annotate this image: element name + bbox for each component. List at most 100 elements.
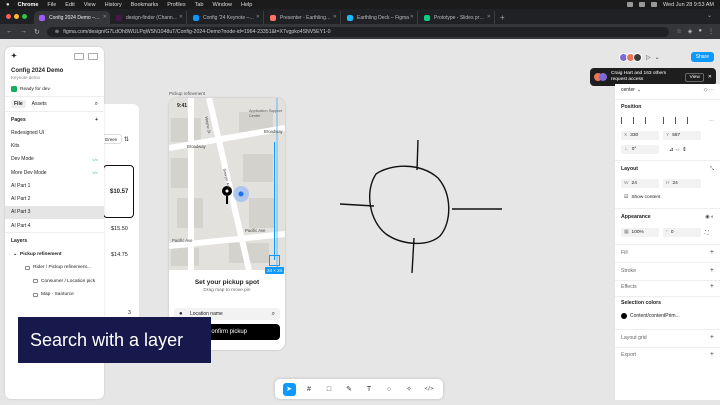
- tab-close-icon[interactable]: ✕: [256, 14, 260, 20]
- tab-close-icon[interactable]: ✕: [487, 14, 491, 20]
- add-export-icon[interactable]: +: [710, 351, 714, 358]
- tab-config-demo[interactable]: Config 2024 Demo – Figma ✕: [34, 11, 110, 24]
- text-icon[interactable]: T: [363, 383, 376, 396]
- menu-chrome[interactable]: Chrome: [18, 2, 39, 8]
- radius-input[interactable]: ◜ 0: [663, 228, 701, 237]
- layer-rider-pickup[interactable]: Rider / Pickup refinement...: [5, 261, 104, 275]
- frame-icon[interactable]: #: [303, 383, 316, 396]
- url-input[interactable]: ⊜ figma.com/design/G7LdOh8WULPqWSN1048uT…: [46, 26, 670, 37]
- tab-assets[interactable]: Assets: [32, 101, 47, 107]
- move-icon[interactable]: ➤: [282, 382, 296, 396]
- extensions-icon[interactable]: ◈: [688, 28, 693, 35]
- layer-consumer-location[interactable]: Consumer / Location pick: [5, 274, 104, 288]
- menu-help[interactable]: Help: [241, 2, 252, 8]
- rectangle-icon[interactable]: □: [323, 383, 336, 396]
- add-stroke-icon[interactable]: +: [710, 267, 714, 274]
- tab-close-icon[interactable]: ✕: [333, 14, 337, 20]
- align-left-icon[interactable]: [621, 117, 629, 124]
- page-more-dev-mode[interactable]: More Dev Mode </>: [5, 166, 104, 179]
- menu-file[interactable]: File: [47, 2, 56, 8]
- tab-keynote[interactable]: Config '24 Keynote – Figma ✕: [188, 11, 264, 24]
- align-middle-icon[interactable]: [675, 117, 683, 124]
- present-icon[interactable]: ▷: [646, 54, 651, 61]
- page-ai-part-2[interactable]: AI Part 2: [5, 192, 104, 205]
- tab-design-finder[interactable]: design-finder (Channel) – Sl ✕: [111, 11, 187, 24]
- page-dev-mode[interactable]: Dev Mode </>: [5, 153, 104, 166]
- rotation-input[interactable]: ∟ 0°: [621, 145, 659, 154]
- menu-profiles[interactable]: Profiles: [167, 2, 185, 8]
- menu-view[interactable]: View: [84, 2, 96, 8]
- x-input[interactable]: X 330: [621, 131, 659, 140]
- width-input[interactable]: W 24: [621, 179, 659, 188]
- share-button[interactable]: Share: [690, 52, 714, 62]
- add-layout-grid-icon[interactable]: +: [710, 334, 714, 341]
- tab-close-icon[interactable]: ✕: [103, 14, 107, 20]
- align-center-icon[interactable]: [633, 117, 641, 124]
- sidebar-toggle-icon[interactable]: [88, 52, 98, 60]
- tab-close-icon[interactable]: ✕: [410, 14, 414, 20]
- view-button[interactable]: View: [685, 72, 704, 82]
- menu-bookmarks[interactable]: Bookmarks: [131, 2, 159, 8]
- menu-window[interactable]: Window: [212, 2, 232, 8]
- pen-icon[interactable]: ✎: [343, 383, 356, 396]
- add-fill-icon[interactable]: +: [710, 249, 714, 256]
- close-icon[interactable]: ✕: [708, 74, 712, 80]
- expand-corners-icon[interactable]: ⛶: [705, 230, 709, 236]
- flip-icons[interactable]: ⊿ ⇔ ⇕: [669, 147, 687, 153]
- reload-icon[interactable]: ↻: [34, 28, 40, 36]
- search-icon[interactable]: ⌕: [95, 101, 98, 108]
- align-bottom-icon[interactable]: [687, 117, 695, 124]
- tab-prototype[interactable]: Prototype - Slides prototype ✕: [419, 11, 495, 24]
- zoom-window-icon[interactable]: [22, 14, 27, 19]
- chevron-down-icon[interactable]: ⌄: [707, 12, 712, 19]
- opacity-input[interactable]: ▦ 100%: [621, 228, 659, 237]
- site-info-icon[interactable]: ⊜: [55, 29, 59, 35]
- clock[interactable]: Wed Jun 28 9:53 AM: [663, 2, 714, 8]
- tab-presenter[interactable]: Presenter - Earthling Deck – ✕: [265, 11, 341, 24]
- profile-icon[interactable]: ●: [698, 28, 702, 35]
- page-ai-part-3[interactable]: AI Part 3: [5, 205, 104, 220]
- page-ai-part-1[interactable]: AI Part 1: [5, 179, 104, 192]
- freehand-drawing[interactable]: [330, 130, 510, 280]
- pickup-frame[interactable]: 9:41 Application Support Center Broadway…: [169, 98, 285, 350]
- page-redesigned-ui[interactable]: Redesigned UI: [5, 126, 104, 139]
- y-input[interactable]: Y 587: [663, 131, 701, 140]
- tab-earthling-deck[interactable]: Earthling Deck – Figma ✕: [342, 11, 418, 24]
- more-menu-icon[interactable]: ⋮: [708, 28, 714, 35]
- sidebar-view-icon[interactable]: [74, 52, 84, 60]
- menu-history[interactable]: History: [105, 2, 122, 8]
- back-icon[interactable]: ←: [6, 28, 13, 35]
- apple-icon[interactable]: ●: [6, 2, 10, 8]
- page-kits[interactable]: Kits: [5, 139, 104, 152]
- add-effect-icon[interactable]: +: [710, 283, 714, 290]
- menu-edit[interactable]: Edit: [65, 2, 74, 8]
- avatar[interactable]: [633, 52, 642, 62]
- tab-file[interactable]: File: [11, 100, 26, 108]
- align-right-icon[interactable]: [645, 117, 653, 124]
- project-name[interactable]: Config 2024 Demo: [5, 65, 104, 74]
- visibility-icon[interactable]: ◉ ◐: [705, 214, 714, 220]
- new-tab-icon[interactable]: +: [500, 13, 505, 22]
- add-page-icon[interactable]: +: [95, 117, 98, 123]
- bookmark-star-icon[interactable]: ☆: [676, 28, 681, 35]
- component-actions-icon[interactable]: ◇ ⋯: [704, 87, 714, 93]
- color-swatch[interactable]: [621, 313, 627, 319]
- selected-layer-box[interactable]: [269, 255, 280, 266]
- selection-color-row[interactable]: Content/contentPrim...: [621, 313, 714, 319]
- resize-icon[interactable]: ⤡: [710, 166, 714, 172]
- wifi-icon[interactable]: [639, 2, 646, 7]
- height-input[interactable]: H 24: [663, 179, 701, 188]
- align-top-icon[interactable]: [663, 117, 671, 124]
- layer-name-dropdown[interactable]: center: [621, 87, 635, 93]
- chevron-down-icon[interactable]: ⌄: [13, 252, 17, 257]
- more-icon[interactable]: ⋯: [709, 118, 714, 124]
- figma-logo-icon[interactable]: ✦: [11, 52, 17, 60]
- battery-icon[interactable]: [651, 2, 658, 7]
- menu-tab[interactable]: Tab: [195, 2, 204, 8]
- code-icon[interactable]: </>: [423, 383, 436, 396]
- chevron-down-icon[interactable]: ⌄: [637, 87, 641, 93]
- comment-icon[interactable]: ○: [383, 383, 396, 396]
- show-content-checkbox[interactable]: ☑ Show content: [621, 193, 701, 202]
- frame-label[interactable]: Pickup refinement: [169, 91, 205, 96]
- selected-price-card[interactable]: $10.57: [103, 165, 134, 218]
